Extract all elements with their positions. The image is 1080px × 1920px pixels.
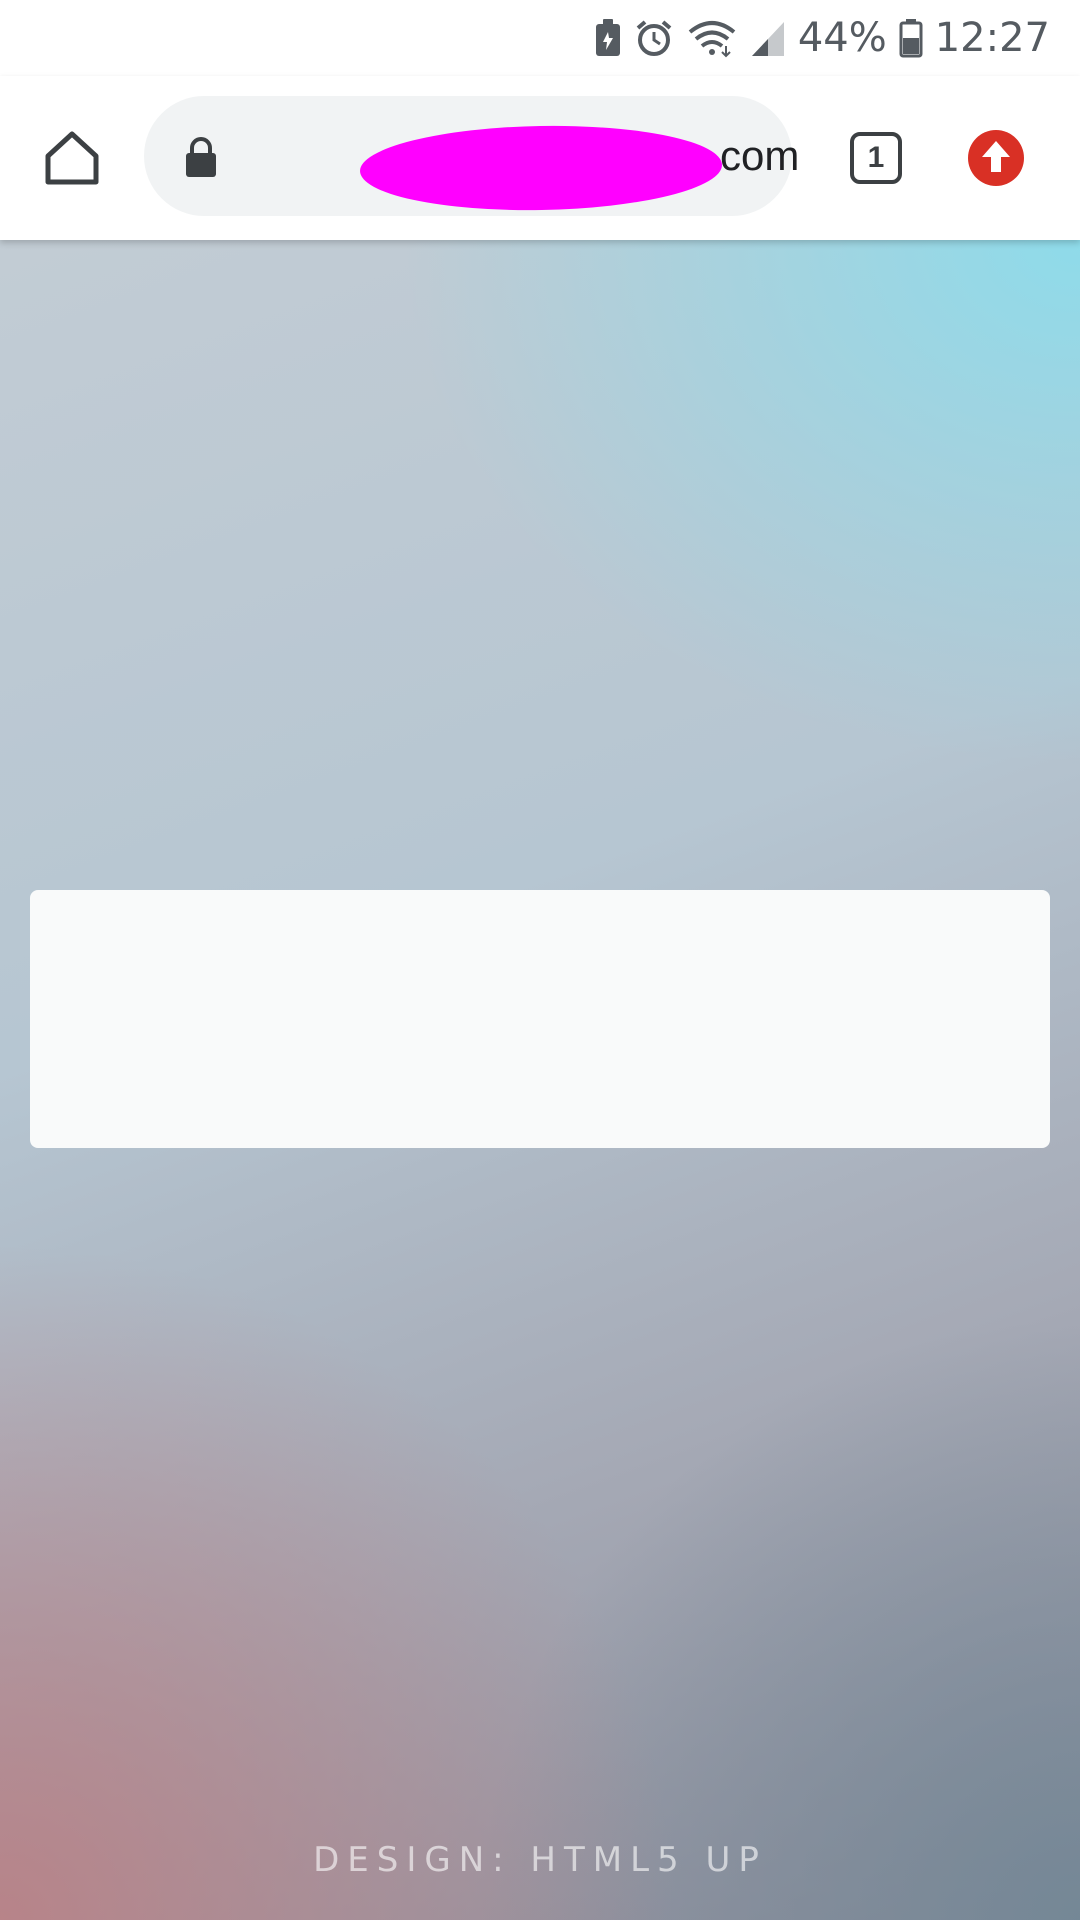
battery-percent: 44% <box>797 15 887 61</box>
content-card <box>30 890 1050 1148</box>
lock-icon[interactable] <box>184 136 218 183</box>
clock: 12:27 <box>934 15 1050 61</box>
battery-icon <box>899 18 923 58</box>
status-icons: 44% 12:27 <box>594 0 1050 76</box>
update-button[interactable] <box>966 128 1026 188</box>
home-icon <box>45 131 99 185</box>
url-bar[interactable]: com <box>144 96 799 216</box>
update-icon <box>968 130 1024 186</box>
status-bar: 44% 12:27 <box>0 0 1080 76</box>
tab-count: 1 <box>867 141 885 174</box>
battery-saver-icon <box>594 18 622 58</box>
url-suffix: com <box>720 132 800 179</box>
web-page: DESIGN: HTML5 UP <box>0 240 1080 1920</box>
footer-credit: DESIGN: HTML5 UP <box>313 1840 767 1880</box>
browser-toolbar: com 1 <box>0 76 1080 240</box>
alarm-icon <box>634 18 674 58</box>
tabs-button[interactable]: 1 <box>846 128 906 188</box>
redacted-url-overlay <box>359 122 723 214</box>
wifi-icon <box>686 18 738 58</box>
signal-icon <box>750 18 786 58</box>
home-button[interactable] <box>36 122 108 194</box>
tabs-icon: 1 <box>850 132 902 184</box>
